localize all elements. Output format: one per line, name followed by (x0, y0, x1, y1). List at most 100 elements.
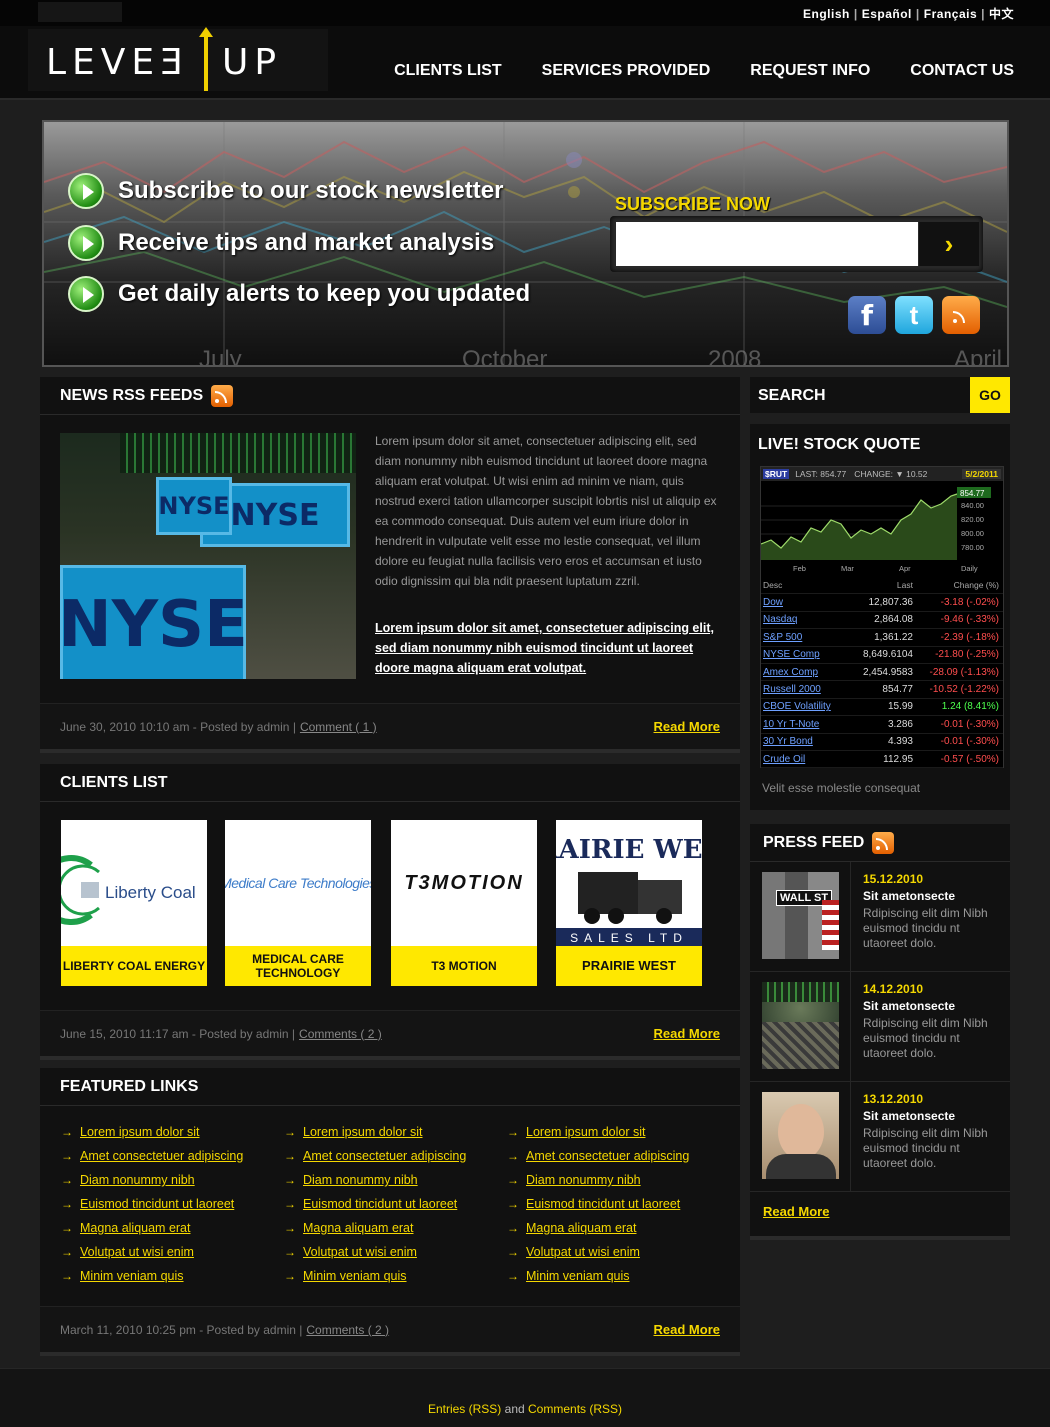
nav-services-provided[interactable]: SERVICES PROVIDED (542, 62, 711, 80)
featured-link[interactable]: Lorem ipsum dolor sit (526, 1125, 646, 1139)
nav-contact-us[interactable]: CONTACT US (910, 62, 1014, 80)
subscribe-submit-button[interactable]: › (919, 222, 979, 266)
footer-entries-rss-link[interactable]: Entries (RSS) (428, 1402, 501, 1416)
featured-link-item[interactable]: → Lorem ipsum dolor sit (284, 1120, 466, 1144)
lang-francais[interactable]: Français (924, 7, 977, 21)
featured-link-item[interactable]: → Euismod tincidunt ut laoreet (284, 1192, 466, 1216)
featured-link[interactable]: Lorem ipsum dolor sit (80, 1125, 200, 1139)
press-item[interactable]: 13.12.2010 Sit ametonsecte Rdipiscing el… (750, 1082, 1010, 1192)
client-card[interactable]: Medical Care Technologies MEDICAL CARE T… (225, 820, 371, 986)
featured-link-item[interactable]: → Minim veniam quis (507, 1264, 689, 1288)
featured-link[interactable]: Amet consectetuer adipiscing (526, 1149, 689, 1163)
featured-link[interactable]: Minim veniam quis (526, 1269, 630, 1283)
featured-link[interactable]: Minim veniam quis (303, 1269, 407, 1283)
featured-link-item[interactable]: → Volutpat ut wisi enim (507, 1240, 689, 1264)
facebook-icon[interactable]: f (848, 296, 886, 334)
client-card[interactable]: T3MOTION T3 MOTION (391, 820, 537, 986)
search-go-button[interactable]: GO (970, 377, 1010, 413)
featured-link[interactable]: Amet consectetuer adipiscing (303, 1149, 466, 1163)
stock-name-link[interactable]: Dow (761, 597, 861, 608)
featured-link-item[interactable]: → Diam nonummy nibh (507, 1168, 689, 1192)
clients-comments-link[interactable]: Comments ( 2 ) (299, 1027, 382, 1041)
press-item[interactable]: 14.12.2010 Sit ametonsecte Rdipiscing el… (750, 972, 1010, 1082)
stock-name-link[interactable]: Russell 2000 (761, 684, 861, 695)
lang-chinese[interactable]: 中文 (989, 7, 1014, 21)
featured-link-item[interactable]: → Amet consectetuer adipiscing (507, 1144, 689, 1168)
stock-name-link[interactable]: S&P 500 (761, 632, 861, 643)
featured-link-item[interactable]: → Amet consectetuer adipiscing (61, 1144, 243, 1168)
stock-name-link[interactable]: NYSE Comp (761, 649, 861, 660)
featured-link[interactable]: Diam nonummy nibh (303, 1173, 418, 1187)
client-card[interactable]: PRAIRIE WEST SALES LTD PRAIRIE WEST (556, 820, 702, 986)
featured-link[interactable]: Euismod tincidunt ut laoreet (80, 1197, 234, 1211)
featured-link-item[interactable]: → Amet consectetuer adipiscing (284, 1144, 466, 1168)
featured-link-item[interactable]: → Magna aliquam erat (507, 1216, 689, 1240)
rss-icon[interactable] (211, 384, 234, 407)
stock-row: CBOE Volatility 15.99 1.24 (8.41%) (761, 699, 1003, 717)
press-thumbnail (762, 982, 839, 1069)
rss-icon[interactable] (872, 831, 895, 854)
featured-link-item[interactable]: → Diam nonummy nibh (284, 1168, 466, 1192)
twitter-icon[interactable]: t (895, 296, 933, 334)
stock-sparkline-chart: 854.77 840.00 820.00 800.00 780.00 Feb M… (761, 482, 1003, 576)
featured-link-item[interactable]: → Magna aliquam erat (284, 1216, 466, 1240)
stock-name-link[interactable]: Nasdaq (761, 614, 861, 625)
stock-name-link[interactable]: CBOE Volatility (761, 701, 861, 712)
top-bar: English | Español | Français | 中文 (0, 0, 1050, 26)
press-title[interactable]: Sit ametonsecte (863, 889, 955, 903)
featured-link[interactable]: Volutpat ut wisi enim (303, 1245, 417, 1259)
featured-read-more[interactable]: Read More (654, 1322, 720, 1337)
featured-link[interactable]: Magna aliquam erat (80, 1221, 190, 1235)
news-comments-link[interactable]: Comment ( 1 ) (300, 720, 377, 734)
subscribe-email-input[interactable] (616, 222, 918, 266)
news-read-more[interactable]: Read More (654, 719, 720, 734)
featured-link-item[interactable]: → Magna aliquam erat (61, 1216, 243, 1240)
footer-comments-rss-link[interactable]: Comments (RSS) (528, 1402, 622, 1416)
featured-link[interactable]: Diam nonummy nibh (80, 1173, 195, 1187)
featured-link[interactable]: Diam nonummy nibh (526, 1173, 641, 1187)
nav-clients-list[interactable]: CLIENTS LIST (394, 62, 502, 80)
featured-link[interactable]: Magna aliquam erat (526, 1221, 636, 1235)
arrow-right-icon: → (284, 1269, 296, 1283)
arrow-right-icon: → (61, 1269, 73, 1283)
clients-panel: CLIENTS LIST Liberty Coal LIBERTY COAL E… (40, 764, 740, 1060)
featured-comments-link[interactable]: Comments ( 2 ) (306, 1323, 389, 1337)
stock-name-link[interactable]: Crude Oil (761, 754, 861, 765)
press-title[interactable]: Sit ametonsecte (863, 1109, 955, 1123)
featured-link[interactable]: Volutpat ut wisi enim (80, 1245, 194, 1259)
stock-change-value: -21.80 (-.25%) (935, 649, 999, 661)
stock-name-link[interactable]: 30 Yr Bond (761, 736, 861, 747)
featured-link-item[interactable]: → Lorem ipsum dolor sit (61, 1120, 243, 1144)
featured-link[interactable]: Lorem ipsum dolor sit (303, 1125, 423, 1139)
stock-name-link[interactable]: Amex Comp (761, 667, 861, 678)
featured-link[interactable]: Volutpat ut wisi enim (526, 1245, 640, 1259)
nav-request-info[interactable]: REQUEST INFO (750, 62, 870, 80)
site-logo[interactable]: LEVEƎ UP (28, 27, 328, 91)
clients-read-more[interactable]: Read More (654, 1026, 720, 1041)
press-divider (850, 972, 851, 1082)
featured-link-item[interactable]: → Volutpat ut wisi enim (284, 1240, 466, 1264)
featured-link-item[interactable]: → Lorem ipsum dolor sit (507, 1120, 689, 1144)
press-read-more[interactable]: Read More (763, 1204, 829, 1219)
featured-link-item[interactable]: → Minim veniam quis (284, 1264, 466, 1288)
rss-icon[interactable] (942, 296, 980, 334)
featured-link-item[interactable]: → Euismod tincidunt ut laoreet (507, 1192, 689, 1216)
featured-link[interactable]: Amet consectetuer adipiscing (80, 1149, 243, 1163)
press-title[interactable]: Sit ametonsecte (863, 999, 955, 1013)
stock-name-link[interactable]: 10 Yr T-Note (761, 719, 861, 730)
featured-link-item[interactable]: → Euismod tincidunt ut laoreet (61, 1192, 243, 1216)
featured-footer: March 11, 2010 10:25 pm - Posted by admi… (40, 1306, 740, 1352)
featured-link[interactable]: Euismod tincidunt ut laoreet (303, 1197, 457, 1211)
lang-english[interactable]: English (803, 7, 850, 21)
lang-espanol[interactable]: Español (862, 7, 912, 21)
client-card[interactable]: Liberty Coal LIBERTY COAL ENERGY (61, 820, 207, 986)
featured-link-item[interactable]: → Diam nonummy nibh (61, 1168, 243, 1192)
stock-change-value: -10.52 (-1.22%) (929, 684, 999, 696)
featured-link[interactable]: Minim veniam quis (80, 1269, 184, 1283)
featured-link[interactable]: Magna aliquam erat (303, 1221, 413, 1235)
featured-link-item[interactable]: → Volutpat ut wisi enim (61, 1240, 243, 1264)
news-headline-link[interactable]: Lorem ipsum dolor sit amet, consectetuer… (375, 618, 717, 678)
featured-link[interactable]: Euismod tincidunt ut laoreet (526, 1197, 680, 1211)
featured-link-item[interactable]: → Minim veniam quis (61, 1264, 243, 1288)
press-item[interactable]: WALL ST 15.12.2010 Sit ametonsecte Rdipi… (750, 862, 1010, 972)
